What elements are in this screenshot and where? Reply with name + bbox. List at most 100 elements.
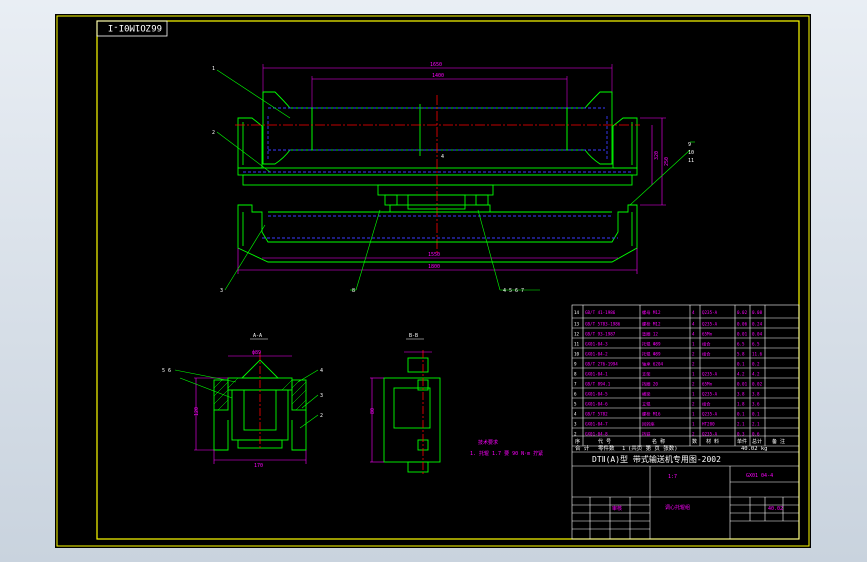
bom-cell-5-1: GB/T 276-1994 (585, 362, 618, 367)
bom-cell-10-6: 0.1 (752, 412, 760, 417)
bom-cell-10-1: GB/T 5782 (585, 412, 608, 417)
cad-viewport[interactable]: 66ZO1M0I-I 1650 1400 1550 1800 320 250 1… (0, 0, 867, 562)
bom-cell-1-2: 螺栓 M12 (642, 321, 661, 328)
bom-cell-2-0: 12 (574, 332, 580, 337)
bom-cell-1-5: 0.06 (737, 322, 748, 327)
bom-cell-1-4: Q235-A (702, 322, 718, 327)
bom-cell-8-6: 3.8 (752, 392, 760, 397)
bom-cell-1-6: 0.24 (752, 322, 763, 327)
bom-cell-8-4: Q235-A (702, 392, 718, 397)
bom-cell-0-1: GB/T 41-1986 (585, 310, 616, 315)
bom-header-qty: 数 (692, 438, 697, 445)
dim-height: 320 (654, 151, 660, 160)
section-a-label: A-A (253, 333, 262, 339)
bom-cell-3-5: 6.5 (737, 342, 745, 347)
bom-cell-7-5: 0.01 (737, 382, 748, 387)
bom-cell-2-6: 0.04 (752, 332, 763, 337)
dim-bottom-span: 1550 (428, 252, 440, 258)
dim-c: 80 (370, 408, 376, 414)
parts-count: 1 (622, 446, 625, 452)
bom-header-unit: 单件 (737, 438, 747, 445)
svg-text:11: 11 (688, 158, 694, 164)
bom-cell-7-1: GB/T 894.1 (585, 382, 611, 387)
signature-text: 审核 (612, 505, 622, 512)
bom-cell-3-6: 6.5 (752, 342, 760, 347)
sheet-label: (共页 第 页 张数) (628, 444, 678, 452)
drawing-canvas[interactable]: 66ZO1M0I-I 1650 1400 1550 1800 320 250 1… (0, 0, 867, 562)
bom-cell-9-1: GX01-04-6 (585, 402, 608, 407)
dim-d: 170 (254, 463, 263, 469)
bom-cell-10-2: 螺栓 M16 (642, 411, 661, 418)
bom-cell-2-1: GB/T 93-1987 (585, 332, 616, 337)
bom-cell-6-4: Q235-A (702, 372, 718, 377)
bom-cell-7-2: 挡圈 20 (642, 381, 658, 388)
svg-text:2: 2 (320, 413, 323, 419)
bom-cell-6-2: 支架 (642, 371, 650, 378)
bom-cell-10-4: Q235-A (702, 412, 718, 417)
bom-cell-3-1: GX01-04-3 (585, 342, 608, 347)
model-space (55, 14, 811, 548)
drawing-number: GX01 04-4 (746, 473, 773, 479)
bom-cell-4-6: 11.6 (752, 352, 763, 357)
bom-cell-8-5: 3.8 (737, 392, 745, 397)
bom-cell-4-0: 10 (574, 352, 580, 357)
dim-a: ф89 (252, 350, 261, 356)
part-name: 调心托辊组 (665, 504, 690, 511)
bom-cell-9-6: 3.6 (752, 402, 760, 407)
bom-cell-12-4: Q235-A (702, 432, 718, 437)
dim-top-overall: 1650 (430, 62, 442, 68)
bom-cell-0-4: Q235-A (702, 310, 718, 315)
bom-cell-8-1: GX01-04-5 (585, 392, 608, 397)
stamp-code: 66ZO1M0I-I (108, 22, 162, 32)
bom-cell-0-5: 0.02 (737, 310, 748, 315)
bom-header-total: 总计 (752, 438, 762, 445)
bom-cell-5-2: 轴承 6204 (642, 361, 663, 368)
bom-header-remark: 备 注 (772, 438, 785, 445)
bom-cell-4-5: 5.8 (737, 352, 745, 357)
bom-cell-8-2: 横梁 (642, 391, 651, 398)
centre-mark: 4 (441, 154, 444, 160)
bom-header-code: 代 号 (598, 438, 611, 445)
total-label: 合 计 (575, 444, 590, 452)
svg-text:10: 10 (688, 150, 694, 156)
parts-label: 零件数 (598, 444, 615, 452)
bom-header-no: 序 (575, 438, 580, 445)
bom-cell-3-2: 托辊 Ф89 (642, 341, 661, 348)
bom-cell-12-1: GX01-04-8 (585, 432, 608, 437)
scale-label: 1:7 (668, 474, 677, 480)
dim-height2: 250 (664, 157, 670, 166)
svg-text:5 6: 5 6 (162, 368, 171, 374)
bom-cell-2-2: 垫圈 12 (642, 331, 658, 338)
bom-cell-4-2: 托辊 Ф89 (642, 351, 661, 358)
bom-cell-0-2: 螺母 M12 (642, 309, 661, 316)
bom-cell-5-6: 0.2 (752, 362, 760, 367)
bom-cell-9-5: 1.8 (737, 402, 745, 407)
bom-cell-11-2: 回转座 (642, 421, 655, 428)
bom-cell-1-0: 13 (574, 322, 580, 327)
bom-cell-4-1: GX01-04-2 (585, 352, 608, 357)
svg-text:3: 3 (320, 393, 323, 399)
notes-title: 技术要求 (478, 439, 498, 446)
bom-cell-2-4: 65Mn (702, 332, 713, 337)
bom-header-material: 材 料 (706, 438, 719, 445)
bom-cell-11-4: HT200 (702, 422, 715, 427)
bom-cell-12-6: 0.6 (752, 432, 760, 437)
bom-cell-0-0: 14 (574, 310, 580, 315)
bom-cell-7-4: 65Mn (702, 382, 713, 387)
bom-cell-12-5: 0.3 (737, 432, 745, 437)
svg-text:4 5 6 7: 4 5 6 7 (503, 288, 524, 294)
bom-cell-3-0: 11 (574, 342, 580, 347)
notes-line-1: 1. 托辊 1.7 要 90 N·m 拧紧 (470, 450, 543, 457)
bom-cell-11-1: GX01-04-7 (585, 422, 608, 427)
svg-text:3: 3 (220, 288, 223, 294)
bom-cell-9-4: 组合 (702, 401, 711, 408)
svg-text:1: 1 (212, 66, 215, 72)
bom-cell-6-5: 4.2 (737, 372, 745, 377)
dim-b: 120 (194, 407, 200, 416)
bom-cell-0-6: 0.08 (752, 310, 763, 315)
part-weight: 40.02 (768, 506, 783, 512)
bom-cell-12-2: 挡铁 (642, 431, 651, 438)
svg-text:4: 4 (320, 368, 323, 374)
svg-text:8: 8 (352, 288, 355, 294)
drawing-title: DTⅡ(A)型 带式输送机专用图-2002 (592, 454, 721, 464)
